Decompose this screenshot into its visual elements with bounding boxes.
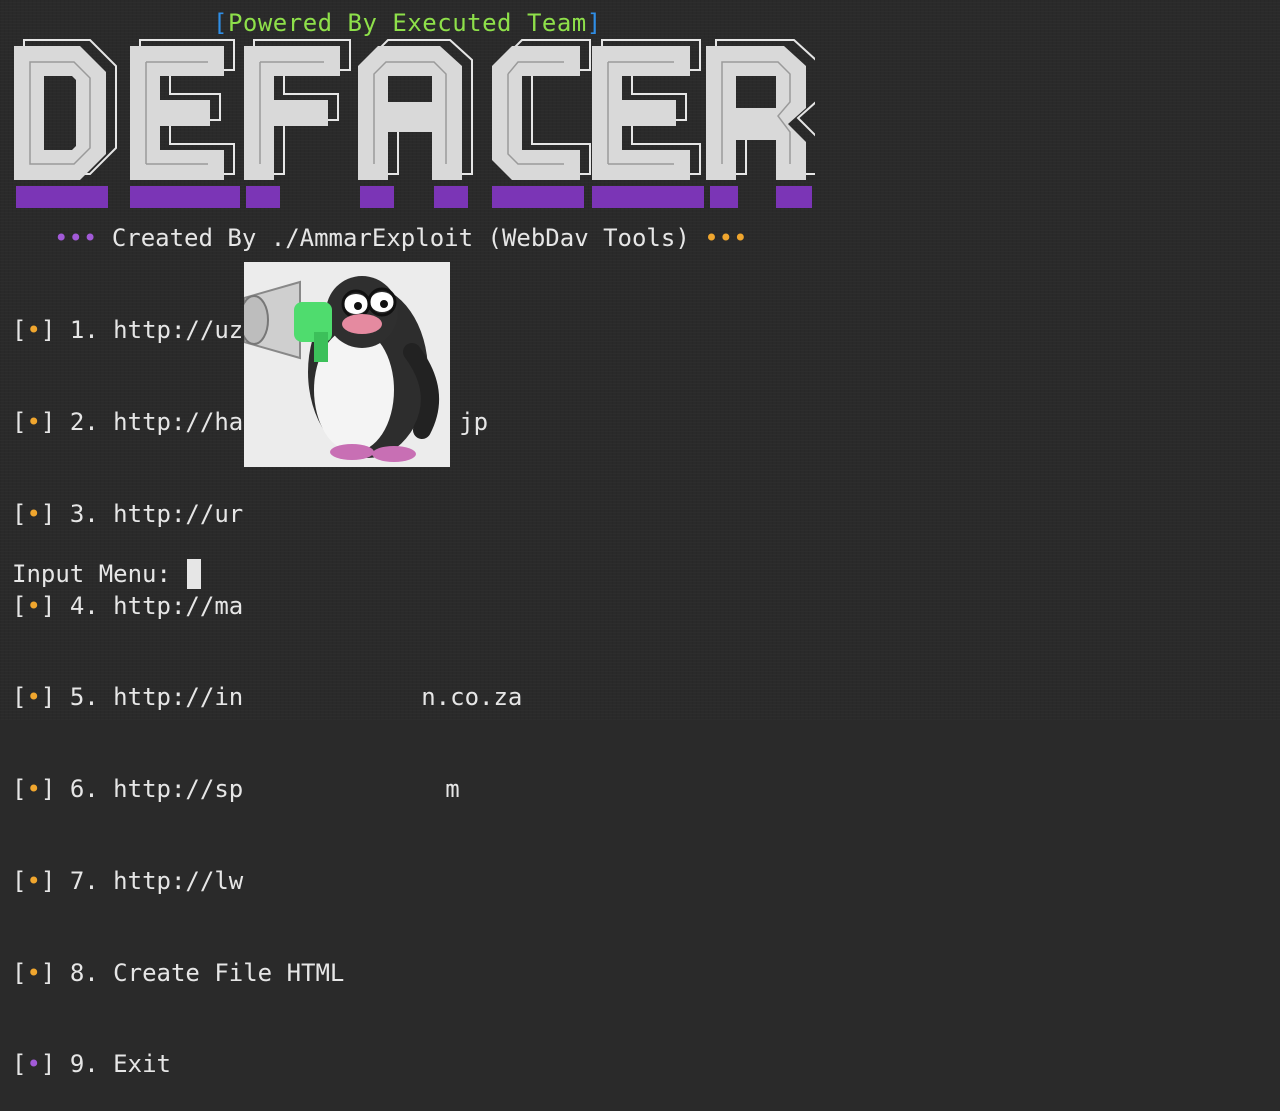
credits-line: ••• Created By ./AmmarExploit (WebDav To… (54, 223, 748, 253)
logo-letters (14, 46, 806, 180)
credits-text: Created By ./AmmarExploit (WebDav Tools) (111, 224, 690, 252)
powered-by-text: Powered By Executed Team (227, 9, 587, 37)
logo-shadow (16, 186, 812, 208)
credits-right-dots: ••• (704, 224, 748, 252)
powered-by-header: [Powered By Executed Team] (213, 8, 602, 38)
menu-item-4[interactable]: [•] 4. http://ma (12, 591, 522, 622)
text-cursor[interactable] (187, 559, 202, 589)
penguin-megaphone-sticker (239, 262, 450, 467)
input-prompt[interactable]: Input Menu: (12, 559, 202, 589)
menu-item-8[interactable]: [•] 8. Create File HTML (12, 958, 522, 989)
menu-item-5[interactable]: [•] 5. http://in n.co.za (12, 682, 522, 713)
credits-left-dots: ••• (54, 224, 98, 252)
menu-item-7[interactable]: [•] 7. http://lw (12, 866, 522, 897)
menu-item-3[interactable]: [•] 3. http://ur (12, 499, 522, 530)
header-close-bracket: ] (586, 9, 602, 37)
defacer-ascii-logo (10, 36, 815, 212)
menu-item-9[interactable]: [•] 9. Exit (12, 1049, 522, 1080)
menu-item-6[interactable]: [•] 6. http://sp m (12, 774, 522, 805)
header-open-bracket: [ (213, 9, 228, 37)
prompt-label: Input Menu: (12, 560, 186, 588)
